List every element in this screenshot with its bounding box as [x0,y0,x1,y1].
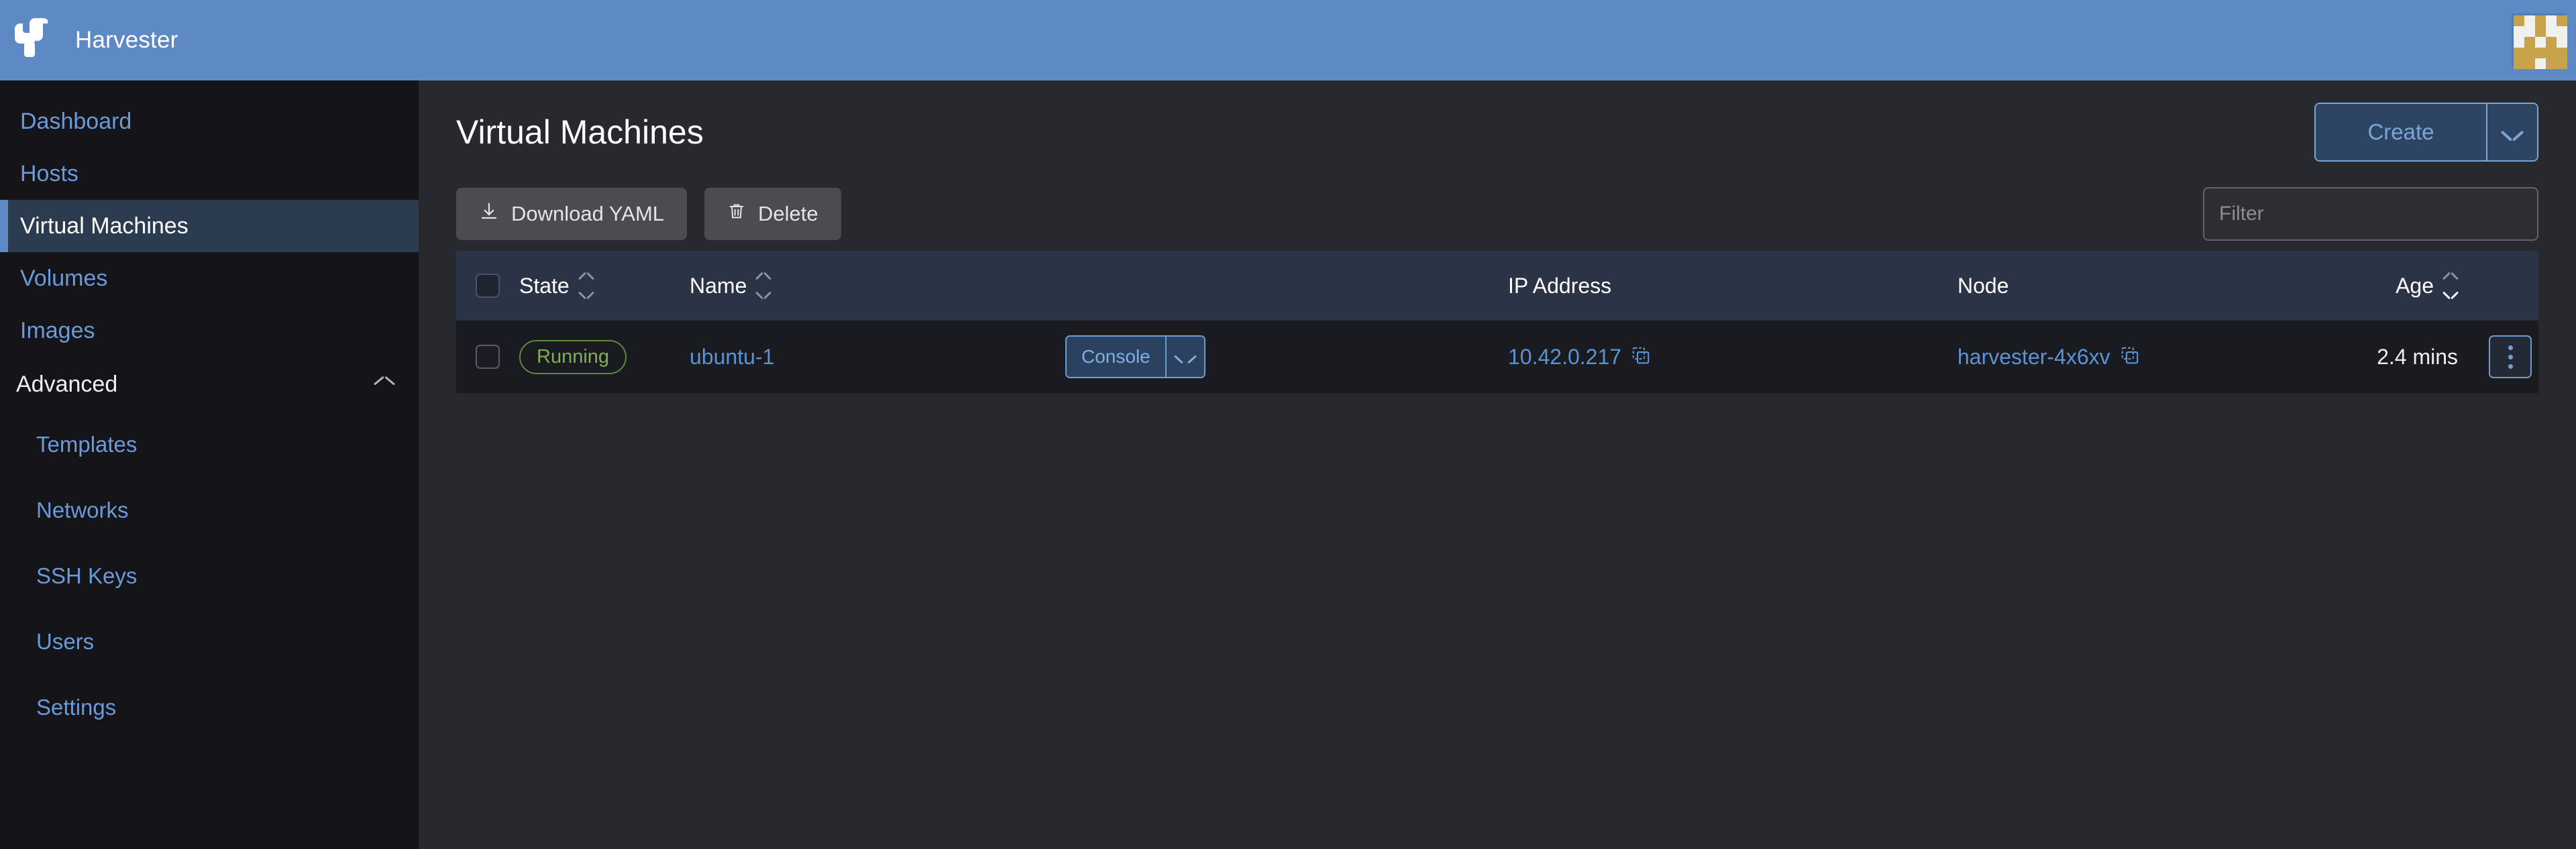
column-label-ip-address: IP Address [1508,273,1612,298]
kebab-menu-icon[interactable] [2489,335,2532,378]
brand-header[interactable]: Harvester [0,0,419,80]
toolbar-actions: Download YAML Delete [456,188,841,240]
sidebar-item-label: Volumes [20,265,108,291]
row-console-cell: Console [1065,335,1508,378]
row-actions-cell [2458,335,2538,378]
sort-icon-state[interactable] [579,273,594,298]
sidebar-item-ssh-keys[interactable]: SSH Keys [0,543,419,609]
row-state-cell: Running [519,339,690,374]
delete-label: Delete [758,202,818,225]
console-button[interactable]: Console [1067,337,1165,377]
chevron-down-icon [1175,351,1196,363]
sidebar-subitem-label: SSH Keys [36,563,138,588]
sidebar-subitem-label: Users [36,629,95,654]
chevron-down-icon [2502,126,2523,138]
row-name-cell: ubuntu-1 [690,345,1065,370]
sidebar: Harvester Dashboard Hosts Virtual Machin… [0,0,419,849]
ip-address-link[interactable]: 10.42.0.217 [1508,345,1621,370]
sidebar-item-dashboard[interactable]: Dashboard [0,95,419,148]
filter-input[interactable] [2203,187,2538,241]
status-badge: Running [519,339,627,374]
table-row[interactable]: Running ubuntu-1 Console 10.42.0.217 har… [456,321,2538,393]
top-bar [419,0,2576,80]
vm-name-link[interactable]: ubuntu-1 [690,345,774,370]
create-split-button[interactable]: Create [2314,103,2538,162]
sidebar-subitem-label: Networks [36,498,129,522]
sidebar-item-label: Dashboard [20,108,132,134]
row-node-cell: harvester-4x6xv [1957,345,2290,370]
harvester-logo-icon [9,15,59,65]
page-title: Virtual Machines [456,113,704,151]
column-header-age[interactable]: Age [2290,273,2458,298]
table-toolbar: Download YAML Delete [456,177,2538,251]
trash-icon [727,202,746,226]
column-header-ip-address: IP Address [1508,274,1957,298]
sidebar-item-images[interactable]: Images [0,304,419,357]
sidebar-item-hosts[interactable]: Hosts [0,148,419,200]
node-link[interactable]: harvester-4x6xv [1957,345,2110,370]
sidebar-item-volumes[interactable]: Volumes [0,252,419,304]
user-identicon-avatar[interactable] [2512,13,2567,69]
column-header-node: Node [1957,274,2290,298]
page-header: Virtual Machines Create [456,80,2538,177]
copy-icon[interactable] [1631,345,1651,369]
app-root: Harvester Dashboard Hosts Virtual Machin… [0,0,2576,849]
sidebar-item-label: Virtual Machines [20,213,189,239]
content-area: Virtual Machines Create Download YAML De… [419,80,2576,849]
sidebar-subitem-label: Templates [36,432,138,457]
column-header-state[interactable]: State [519,273,690,298]
row-select-cell [456,345,519,369]
sidebar-item-virtual-machines[interactable]: Virtual Machines [0,200,419,252]
column-label-name: Name [690,273,747,298]
create-button[interactable]: Create [2316,104,2486,160]
sort-icon-name[interactable] [756,273,771,298]
column-label-state: State [519,273,570,298]
sidebar-group-label: Advanced [16,371,118,397]
row-ip-cell: 10.42.0.217 [1508,345,1957,370]
sort-icon-age[interactable] [2443,273,2458,298]
download-yaml-button[interactable]: Download YAML [456,188,688,240]
sidebar-item-networks[interactable]: Networks [0,477,419,543]
virtual-machines-table: State Name IP Address Node Age Running u… [456,251,2538,393]
row-age-cell: 2.4 mins [2290,345,2458,370]
chevron-up-icon[interactable] [374,378,394,390]
console-dropdown-toggle[interactable] [1165,337,1204,377]
column-label-age: Age [2396,273,2434,298]
column-header-name[interactable]: Name [690,273,1065,298]
row-checkbox[interactable] [476,345,500,369]
download-icon [479,201,499,227]
select-all-checkbox[interactable] [476,274,500,298]
sidebar-subitem-label: Settings [36,695,117,720]
sidebar-group-advanced[interactable]: Advanced [0,357,419,412]
download-yaml-label: Download YAML [511,202,665,225]
sidebar-item-users[interactable]: Users [0,609,419,675]
age-value: 2.4 mins [2377,344,2458,369]
brand-name: Harvester [75,27,178,53]
sidebar-item-templates[interactable]: Templates [0,412,419,477]
copy-icon[interactable] [2120,345,2140,369]
sidebar-item-label: Hosts [20,160,78,186]
console-split-button[interactable]: Console [1065,335,1205,378]
table-header-row: State Name IP Address Node Age [456,251,2538,321]
sidebar-nav: Dashboard Hosts Virtual Machines Volumes… [0,80,419,740]
select-all-cell [456,274,519,298]
delete-button[interactable]: Delete [704,188,841,240]
main-area: Virtual Machines Create Download YAML De… [419,0,2576,849]
create-dropdown-toggle[interactable] [2486,104,2537,160]
column-label-node: Node [1957,273,2009,298]
sidebar-item-settings[interactable]: Settings [0,675,419,740]
sidebar-item-label: Images [20,317,95,343]
